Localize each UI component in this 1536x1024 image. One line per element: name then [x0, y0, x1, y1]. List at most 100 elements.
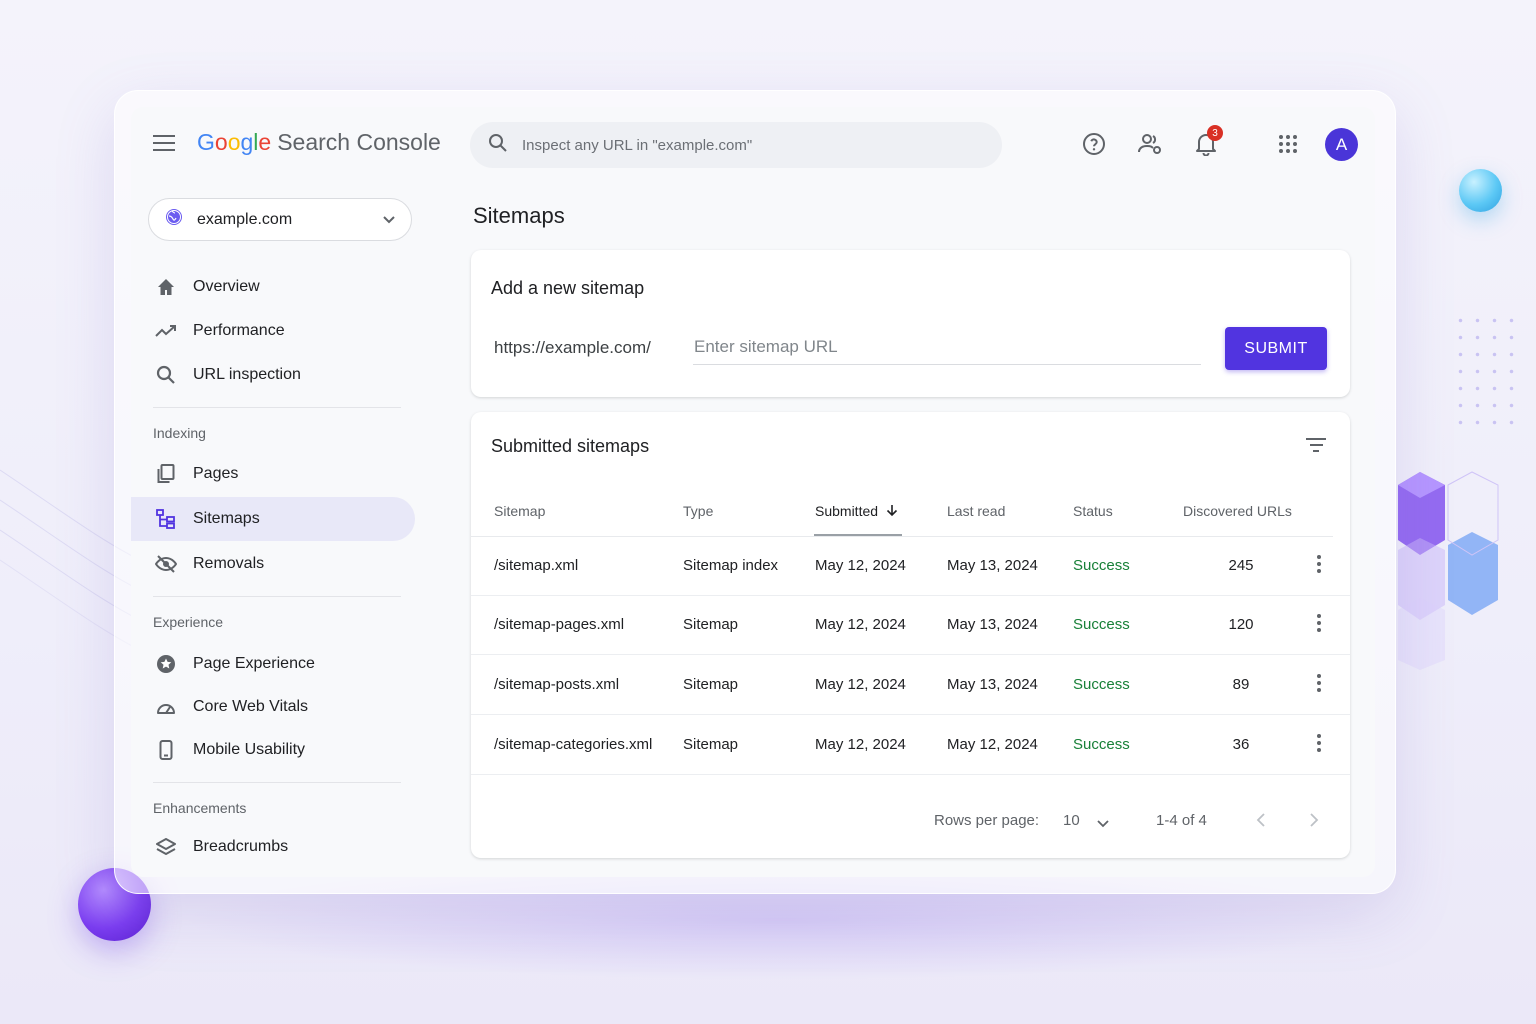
- chevron-right-icon[interactable]: [1309, 812, 1319, 833]
- cell-sitemap[interactable]: /sitemap-categories.xml: [494, 736, 652, 753]
- trending-icon: [155, 320, 177, 342]
- table-row[interactable]: /sitemap-pages.xml Sitemap May 12, 2024 …: [471, 596, 1350, 655]
- chevron-down-icon: [383, 211, 395, 229]
- pagination-range: 1-4 of 4: [1156, 812, 1207, 829]
- rows-per-page-label: Rows per page:: [934, 812, 1040, 829]
- table-row[interactable]: /sitemap-posts.xml Sitemap May 12, 2024 …: [471, 656, 1350, 715]
- submitted-sitemaps-card: Submitted sitemaps Sitemap Type Submitte…: [471, 412, 1350, 858]
- sidebar-item-label: Core Web Vitals: [193, 698, 309, 715]
- sidebar-item-sitemaps[interactable]: Sitemaps: [131, 497, 415, 541]
- cell-status: Success: [1073, 736, 1130, 753]
- more-options-icon[interactable]: [1314, 555, 1324, 577]
- notification-badge: 3: [1207, 125, 1223, 141]
- table-row[interactable]: /sitemap-categories.xml Sitemap May 12, …: [471, 716, 1350, 775]
- column-header-label: Submitted: [815, 503, 879, 519]
- add-sitemap-title: Add a new sitemap: [491, 278, 645, 298]
- cell-type: Sitemap: [683, 676, 739, 693]
- logo-letter: G: [197, 129, 215, 155]
- submit-button[interactable]: SUBMIT: [1225, 327, 1327, 370]
- column-header-type[interactable]: Type: [683, 503, 713, 519]
- users-settings-icon[interactable]: [1137, 131, 1163, 157]
- cell-submitted: May 12, 2024: [815, 616, 906, 633]
- sidebar-item-label: URL inspection: [193, 366, 301, 383]
- property-selector[interactable]: example.com: [148, 198, 412, 241]
- sidebar-item-label: Breadcrumbs: [193, 838, 289, 855]
- add-sitemap-card: Add a new sitemap https://example.com/ S…: [471, 250, 1350, 397]
- column-header-last-read[interactable]: Last read: [947, 503, 1005, 519]
- sidebar-divider: [153, 407, 401, 408]
- sitemap-icon: [155, 508, 177, 530]
- menu-icon[interactable]: [153, 135, 175, 153]
- search-console-app: GoogleSearch Console 3 A example.: [131, 107, 1375, 877]
- arrow-down-icon: [882, 503, 898, 519]
- column-header-status[interactable]: Status: [1073, 503, 1113, 519]
- sidebar-item-breadcrumbs[interactable]: Breadcrumbs: [131, 825, 415, 869]
- more-options-icon[interactable]: [1314, 674, 1324, 696]
- chevron-down-icon[interactable]: [1097, 815, 1109, 833]
- decorative-cubes: [1398, 471, 1499, 670]
- cell-sitemap[interactable]: /sitemap.xml: [494, 557, 578, 574]
- cell-last-read: May 13, 2024: [947, 616, 1038, 633]
- sidebar-item-mobile-usability[interactable]: Mobile Usability: [131, 728, 415, 772]
- cell-discovered-urls: 245: [1228, 557, 1254, 574]
- url-inspect-search[interactable]: [470, 122, 1002, 168]
- layers-icon: [155, 836, 177, 858]
- sitemap-url-prefix: https://example.com/: [494, 338, 651, 357]
- apps-grid-icon[interactable]: [1275, 131, 1301, 157]
- notifications-icon[interactable]: 3: [1193, 125, 1223, 157]
- column-header-submitted[interactable]: Submitted: [815, 503, 898, 519]
- app-logo[interactable]: Google Search Console: [197, 129, 441, 156]
- account-avatar[interactable]: A: [1325, 128, 1358, 161]
- sidebar-item-url-inspection[interactable]: URL inspection: [131, 353, 415, 397]
- rows-per-page-select[interactable]: 10: [1063, 812, 1080, 829]
- cell-submitted: May 12, 2024: [815, 676, 906, 693]
- cell-type: Sitemap: [683, 736, 739, 753]
- property-name: example.com: [197, 210, 293, 228]
- chevron-left-icon[interactable]: [1256, 812, 1266, 833]
- table-row[interactable]: /sitemap.xml Sitemap index May 12, 2024 …: [471, 537, 1350, 596]
- cell-submitted: May 12, 2024: [815, 557, 906, 574]
- cell-submitted: May 12, 2024: [815, 736, 906, 753]
- top-bar: GoogleSearch Console 3 A: [131, 107, 1375, 183]
- logo-letter: o: [214, 129, 228, 155]
- sidebar-section-experience: Experience: [153, 614, 224, 630]
- sidebar-item-page-experience[interactable]: Page Experience: [131, 642, 415, 686]
- sidebar-item-overview[interactable]: Overview: [131, 265, 415, 309]
- sidebar-item-core-web-vitals[interactable]: Core Web Vitals: [131, 685, 415, 729]
- sidebar-item-label: Overview: [193, 278, 260, 295]
- sidebar-section-indexing: Indexing: [153, 425, 206, 441]
- app-product-name: Search Console: [277, 129, 441, 155]
- column-header-discovered-urls[interactable]: Discovered URLs: [1183, 503, 1292, 519]
- sidebar-item-pages[interactable]: Pages: [131, 452, 415, 496]
- sidebar-item-label: Removals: [193, 555, 265, 572]
- sidebar: example.com Overview Performance URL ins…: [131, 183, 431, 877]
- logo-letter: g: [240, 129, 254, 155]
- sidebar-item-label: Mobile Usability: [193, 741, 306, 758]
- sidebar-item-performance[interactable]: Performance: [131, 309, 415, 353]
- search-input[interactable]: [522, 136, 982, 154]
- filter-icon[interactable]: [1305, 438, 1327, 456]
- gauge-icon: [155, 696, 177, 718]
- cell-last-read: May 13, 2024: [947, 557, 1038, 574]
- sort-indicator: [814, 534, 902, 536]
- more-options-icon[interactable]: [1314, 734, 1324, 756]
- sidebar-item-label: Pages: [193, 465, 239, 482]
- cell-discovered-urls: 89: [1232, 676, 1250, 693]
- column-header-sitemap[interactable]: Sitemap: [494, 503, 545, 519]
- home-icon: [155, 276, 177, 298]
- search-icon: [488, 133, 508, 158]
- cell-sitemap[interactable]: /sitemap-posts.xml: [494, 676, 619, 693]
- sidebar-item-removals[interactable]: Removals: [131, 542, 415, 586]
- sitemap-url-input[interactable]: [693, 330, 1201, 365]
- globe-icon: [165, 208, 183, 231]
- sidebar-divider: [153, 782, 401, 783]
- sidebar-divider: [153, 596, 401, 597]
- star-badge-icon: [155, 653, 177, 675]
- decorative-dot-grid: [1452, 312, 1522, 432]
- cell-sitemap[interactable]: /sitemap-pages.xml: [494, 616, 624, 633]
- phone-icon: [155, 739, 177, 761]
- submitted-sitemaps-title: Submitted sitemaps: [491, 436, 650, 456]
- sidebar-item-label: Sitemaps: [193, 510, 260, 527]
- more-options-icon[interactable]: [1314, 614, 1324, 636]
- help-icon[interactable]: [1081, 131, 1107, 157]
